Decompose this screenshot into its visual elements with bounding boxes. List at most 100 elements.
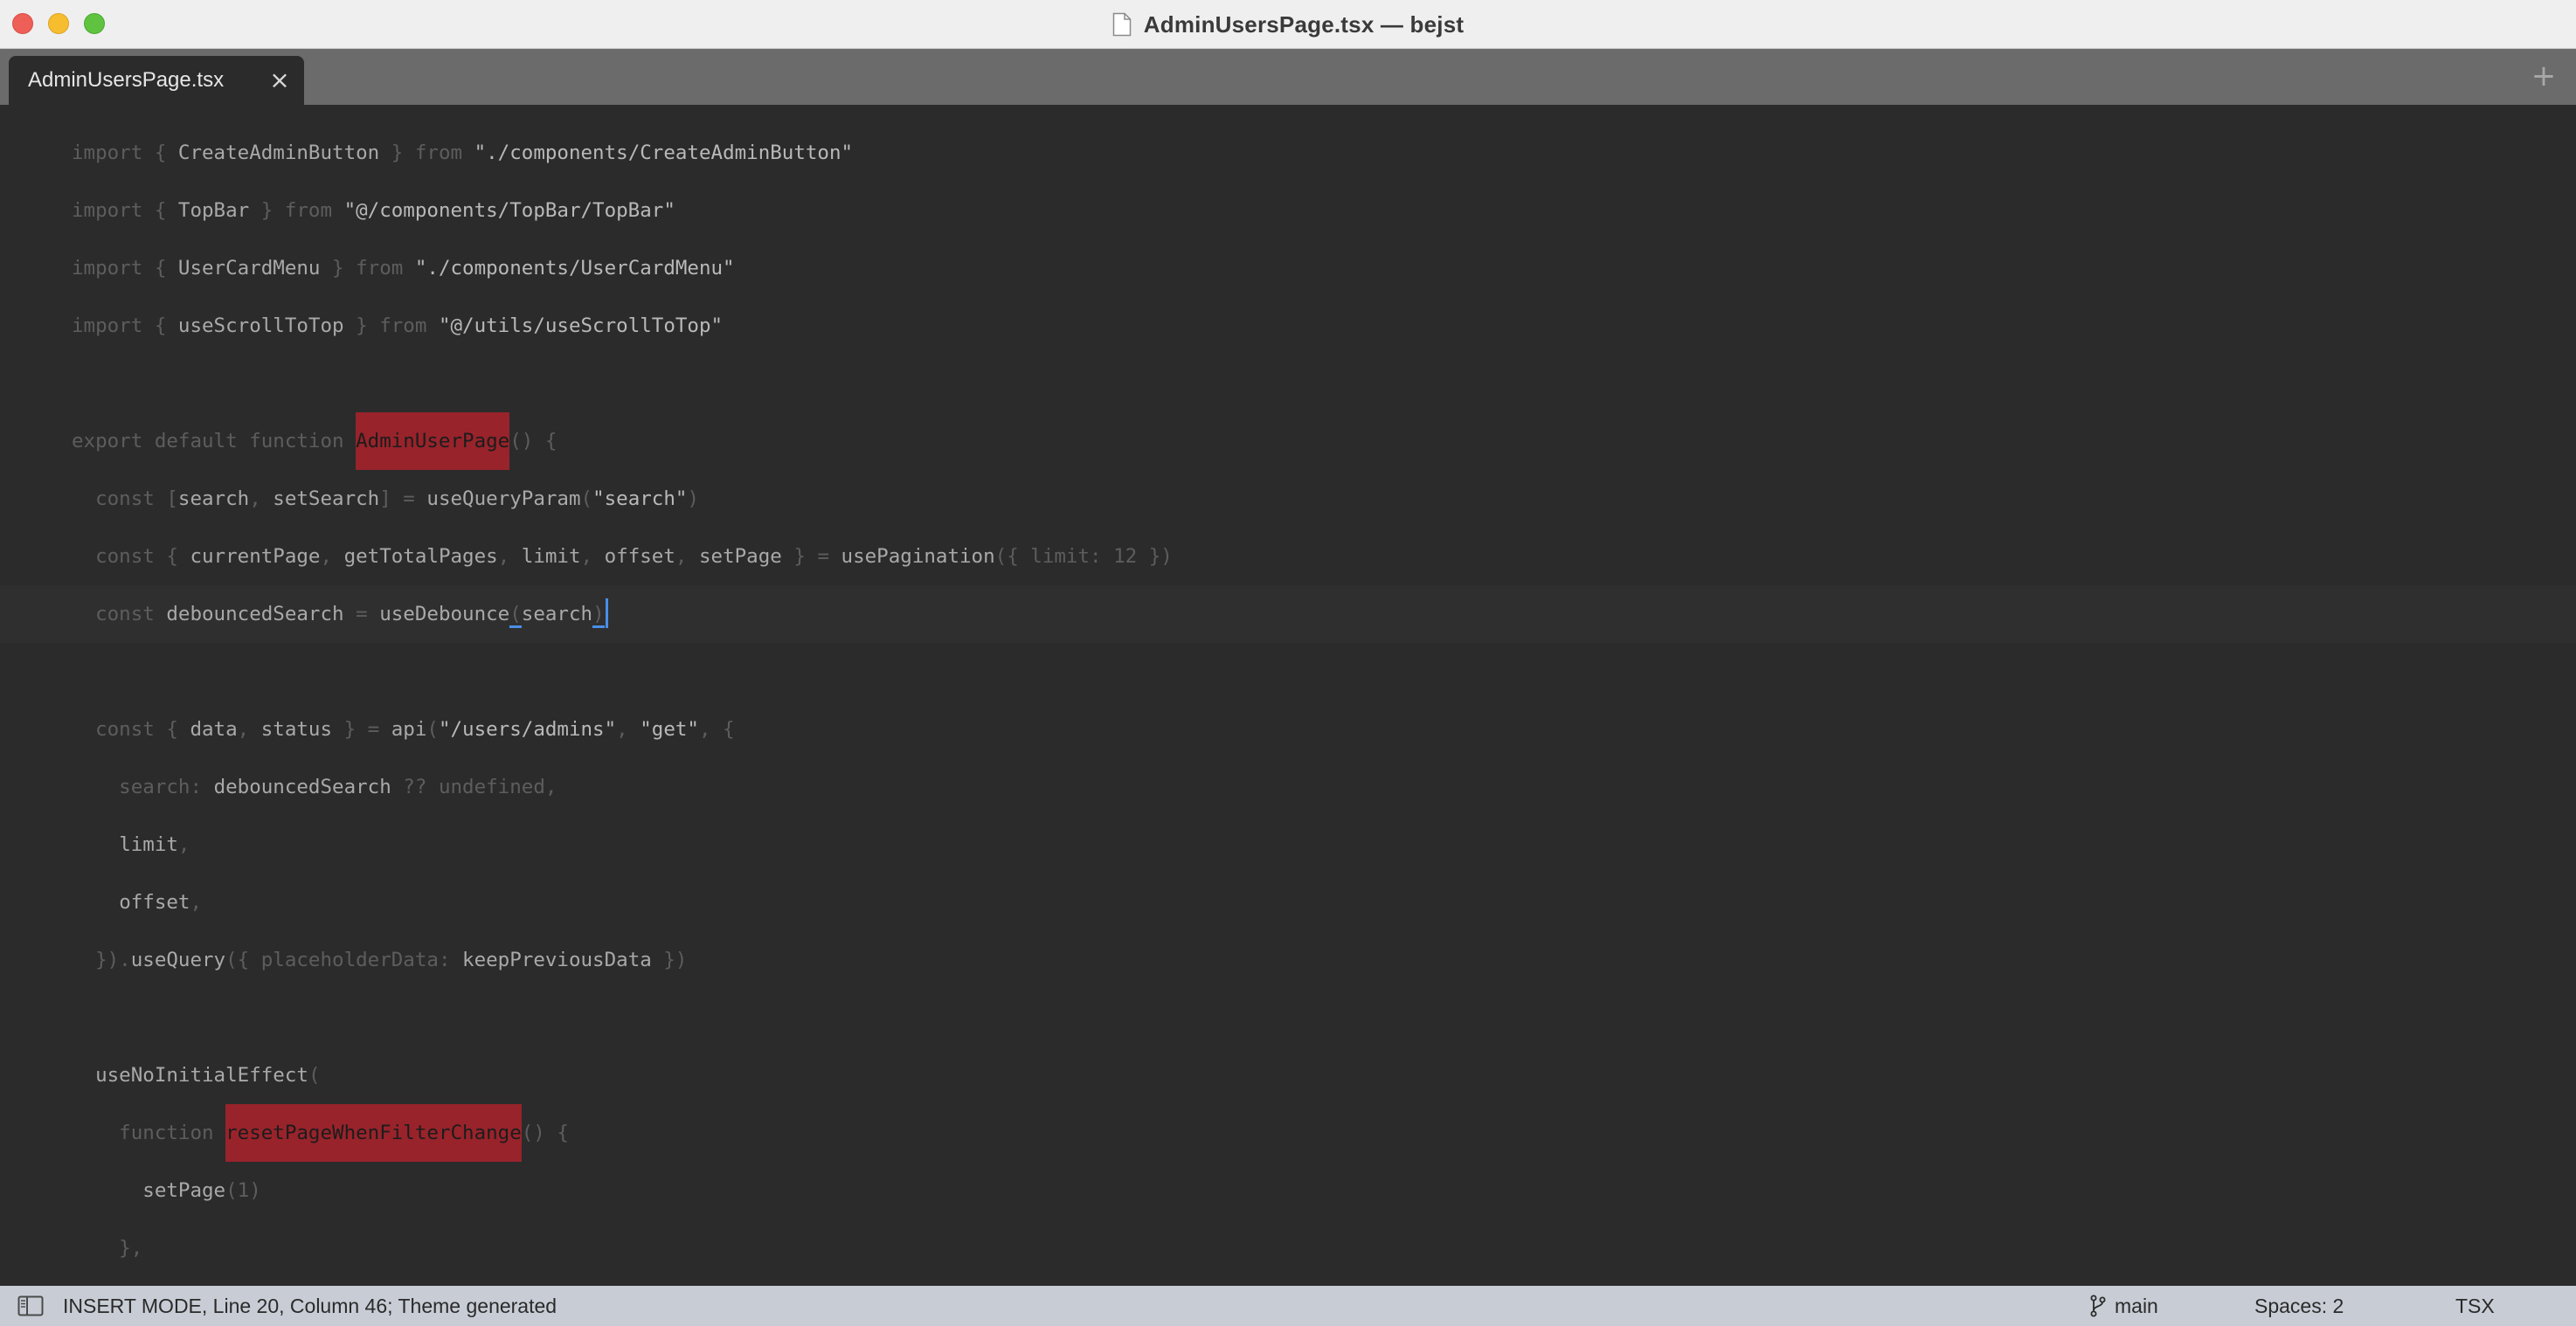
status-branch[interactable]: main (2090, 1286, 2158, 1326)
code-token: import { (72, 142, 178, 164)
code-token: status (260, 718, 333, 741)
code-token: "/users/admins" (438, 718, 617, 741)
code-token: ( (426, 718, 439, 741)
code-token: , (616, 718, 641, 741)
code-token: getTotalPages (343, 545, 498, 568)
plus-icon[interactable]: + (2531, 61, 2557, 91)
close-icon[interactable]: × (267, 68, 292, 93)
code-token: , (320, 545, 344, 568)
code-line-text: import { CreateAdminButton } from "./com… (72, 124, 853, 182)
code-line[interactable]: limit, (0, 816, 2576, 874)
status-bar: INSERT MODE, Line 20, Column 46; Theme g… (0, 1286, 2576, 1326)
code-line[interactable]: const [search, setSearch] = useQueryPara… (0, 470, 2576, 528)
code-token: search: (72, 776, 214, 798)
code-line-text: useNoInitialEffect( (72, 1046, 320, 1104)
code-token: "./components/CreateAdminButton" (474, 142, 854, 164)
code-token: import { (72, 257, 178, 280)
code-line[interactable]: setPage(1) (0, 1162, 2576, 1219)
highlighted-identifier: resetPageWhenFilterChange (225, 1104, 522, 1162)
code-line-text: import { UserCardMenu } from "./componen… (72, 239, 735, 297)
code-token: } = (781, 545, 841, 568)
code-token: (1) (225, 1179, 261, 1202)
window-title: AdminUsersPage.tsx — bejst (1143, 10, 1465, 38)
code-token: ?? undefined, (391, 776, 557, 798)
code-line[interactable] (0, 355, 2576, 412)
code-line[interactable]: import { TopBar } from "@/components/Top… (0, 182, 2576, 239)
code-token: } from (249, 199, 344, 222)
code-token: search (521, 603, 593, 625)
title-bar: AdminUsersPage.tsx — bejst (0, 0, 2576, 49)
code-line[interactable]: useNoInitialEffect( (0, 1046, 2576, 1104)
status-mode-text: INSERT MODE, Line 20, Column 46; Theme g… (63, 1295, 557, 1317)
code-token: import { (72, 199, 178, 222)
code-token: offset (604, 545, 675, 568)
code-line[interactable]: import { UserCardMenu } from "./componen… (0, 239, 2576, 297)
code-token: , (580, 545, 605, 568)
code-line[interactable]: search: debouncedSearch ?? undefined, (0, 758, 2576, 816)
code-token: }). (72, 949, 131, 971)
code-token: ({ limit: 12 }) (994, 545, 1173, 568)
code-line[interactable]: const { currentPage, getTotalPages, limi… (0, 528, 2576, 585)
code-line[interactable]: const debouncedSearch = useDebounce(sear… (0, 585, 2576, 643)
code-line-text: const debouncedSearch = useDebounce(sear… (72, 585, 608, 643)
code-line[interactable]: function resetPageWhenFilterChange() { (0, 1104, 2576, 1162)
code-line[interactable]: export default function AdminUserPage() … (0, 412, 2576, 470)
status-branch-label: main (2115, 1295, 2158, 1317)
code-token: const { (72, 545, 190, 568)
code-line[interactable]: const { data, status } = api("/users/adm… (0, 701, 2576, 758)
code-token: export default function (72, 430, 357, 452)
code-token: , (190, 891, 203, 914)
code-token: } = (332, 718, 391, 741)
code-line[interactable]: }, (0, 1219, 2576, 1277)
code-token: data (190, 718, 238, 741)
code-token: TopBar (177, 199, 250, 222)
code-token: } from (343, 314, 439, 337)
code-editor[interactable]: import { CreateAdminButton } from "./com… (0, 105, 2576, 1286)
code-line[interactable]: import { useScrollToTop } from "@/utils/… (0, 297, 2576, 355)
code-token: } from (379, 142, 474, 164)
code-token: setPage (142, 1179, 226, 1202)
status-indentation[interactable]: Spaces: 2 (2254, 1286, 2344, 1326)
code-token: useQueryParam (426, 487, 581, 510)
code-token: ) (592, 603, 605, 628)
code-token: useDebounce (379, 603, 510, 625)
code-line-text: const { currentPage, getTotalPages, limi… (72, 528, 1173, 585)
code-token: debouncedSearch (213, 776, 391, 798)
code-line[interactable]: }).useQuery({ placeholderData: keepPrevi… (0, 931, 2576, 989)
code-token: ] = (379, 487, 427, 510)
code-token: CreateAdminButton (177, 142, 380, 164)
code-token: const [ (72, 487, 178, 510)
code-token: }) (651, 949, 688, 971)
window-title-wrap: AdminUsersPage.tsx — bejst (0, 0, 2576, 49)
code-token: ) (687, 487, 699, 510)
code-line[interactable]: offset, (0, 874, 2576, 931)
document-icon (1112, 12, 1132, 37)
tab-bar: AdminUsersPage.tsx × + (0, 49, 2576, 105)
status-syntax[interactable]: TSX (2455, 1286, 2495, 1326)
tab-adminuserspage[interactable]: AdminUsersPage.tsx × (9, 56, 304, 105)
code-token: , (237, 718, 261, 741)
code-line-text: export default function AdminUserPage() … (72, 412, 557, 470)
code-token: ( (509, 603, 522, 628)
code-token: limit (521, 545, 581, 568)
code-token: const { (72, 718, 190, 741)
code-token: UserCardMenu (177, 257, 321, 280)
code-line[interactable] (0, 643, 2576, 701)
code-token: debouncedSearch (166, 603, 344, 625)
tab-label: AdminUsersPage.tsx (28, 68, 225, 92)
code-token: , (675, 545, 699, 568)
code-line-text: }).useQuery({ placeholderData: keepPrevi… (72, 931, 687, 989)
code-line-text: search: debouncedSearch ?? undefined, (72, 758, 557, 816)
code-line-text: }, (72, 1219, 142, 1277)
code-line[interactable]: import { CreateAdminButton } from "./com… (0, 124, 2576, 182)
code-line[interactable] (0, 989, 2576, 1046)
code-token: "get" (640, 718, 699, 741)
code-token: , (249, 487, 274, 510)
code-token: "@/components/TopBar/TopBar" (343, 199, 675, 222)
sidebar-toggle-icon[interactable] (17, 1295, 44, 1316)
code-token: ( (580, 487, 593, 510)
code-token: limit (119, 833, 178, 856)
text-cursor (605, 597, 608, 628)
code-token: } from (320, 257, 415, 280)
